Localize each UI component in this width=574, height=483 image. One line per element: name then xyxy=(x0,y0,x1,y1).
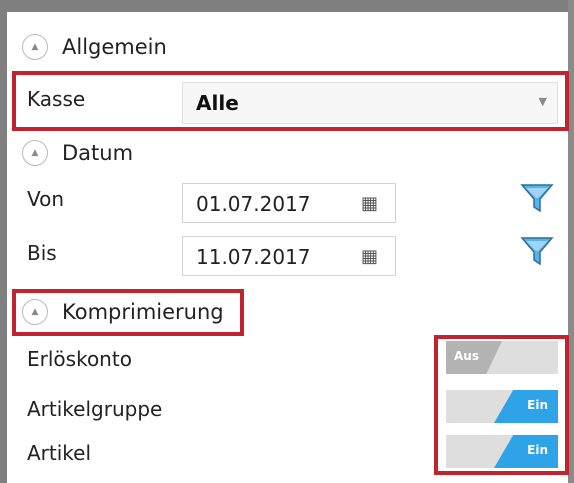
erloeskonto-toggle[interactable]: Aus xyxy=(446,341,558,374)
collapse-komprimierung-button[interactable]: ▲ xyxy=(22,299,48,325)
toggle-knob xyxy=(494,390,558,423)
toggle-knob xyxy=(494,435,558,468)
bis-label: Bis xyxy=(27,241,57,265)
toggle-state-label: Ein xyxy=(527,398,548,412)
section-label-komprimierung: Komprimierung xyxy=(62,300,224,324)
chevron-down-icon: ▼ xyxy=(538,95,547,108)
funnel-icon[interactable] xyxy=(519,180,555,216)
toggle-state-label: Ein xyxy=(527,443,548,457)
artikel-label: Artikel xyxy=(27,441,92,465)
calendar-icon[interactable]: ▦ xyxy=(361,246,378,267)
bis-date-field[interactable]: 11.07.2017 ▦ xyxy=(182,236,396,276)
kasse-value: Alle xyxy=(196,91,239,115)
bis-date-value: 11.07.2017 xyxy=(196,245,311,269)
section-datum: ▲ Datum xyxy=(22,140,133,166)
collapse-allgemein-button[interactable]: ▲ xyxy=(22,34,48,60)
section-label-allgemein: Allgemein xyxy=(62,35,167,59)
von-date-field[interactable]: 01.07.2017 ▦ xyxy=(182,183,396,223)
window-frame-right xyxy=(568,0,574,483)
erloeskonto-label: Erlöskonto xyxy=(27,347,132,371)
von-date-value: 01.07.2017 xyxy=(196,192,311,216)
section-allgemein: ▲ Allgemein xyxy=(22,34,167,60)
collapse-datum-button[interactable]: ▲ xyxy=(22,140,48,166)
section-label-datum: Datum xyxy=(62,141,134,165)
artikelgruppe-label: Artikelgruppe xyxy=(27,397,163,421)
kasse-select[interactable]: Alle ▼ xyxy=(182,82,558,124)
triangle-up-icon: ▲ xyxy=(31,41,39,52)
artikel-toggle[interactable]: Ein xyxy=(446,435,558,468)
triangle-up-icon: ▲ xyxy=(31,147,39,158)
toggle-state-label: Aus xyxy=(454,349,479,363)
window-frame-top xyxy=(0,0,574,12)
triangle-up-icon: ▲ xyxy=(31,306,39,317)
artikelgruppe-toggle[interactable]: Ein xyxy=(446,390,558,423)
von-label: Von xyxy=(27,187,65,211)
section-komprimierung: ▲ Komprimierung xyxy=(22,299,224,325)
kasse-label: Kasse xyxy=(27,87,86,111)
calendar-icon[interactable]: ▦ xyxy=(361,193,378,214)
window-frame-left xyxy=(0,0,7,483)
funnel-icon[interactable] xyxy=(519,233,555,269)
